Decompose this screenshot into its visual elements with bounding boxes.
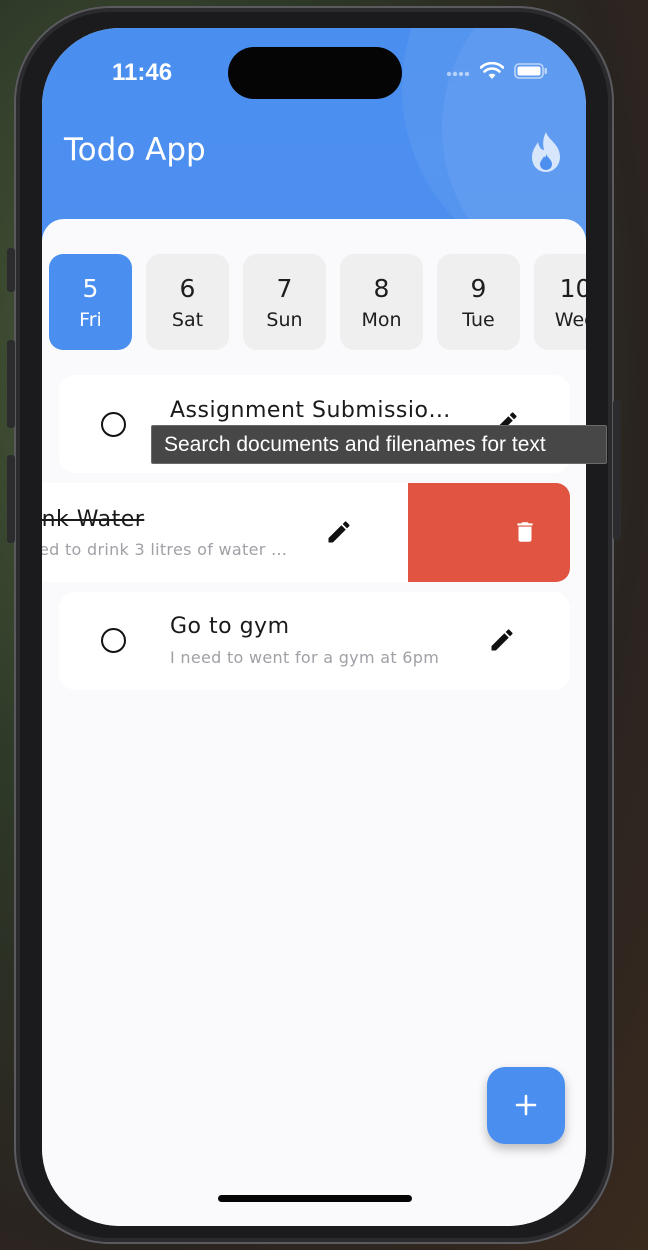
status-icons: [446, 62, 548, 80]
task-title: Assignment Submissio…: [170, 398, 451, 423]
date-number: 7: [276, 274, 293, 303]
date-weekday: Tue: [462, 309, 495, 331]
date-chip[interactable]: 6 Sat: [146, 254, 229, 350]
date-number: 5: [82, 274, 99, 303]
date-chip[interactable]: 10 Wed: [534, 254, 586, 350]
date-number: 9: [470, 274, 487, 303]
task-item-swiped[interactable]: Drink Water I need to drink 3 litres of …: [42, 483, 408, 582]
dynamic-island: [228, 47, 402, 99]
date-number: 8: [373, 274, 390, 303]
side-button-volume-up: [7, 340, 15, 428]
task-checkbox[interactable]: [101, 628, 126, 653]
task-description: I need to drink 3 litres of water …: [42, 540, 288, 559]
wifi-icon: [480, 62, 504, 79]
side-button-power: [613, 400, 621, 540]
task-checkbox[interactable]: [101, 412, 126, 437]
side-button-volume-down: [7, 455, 15, 543]
plus-icon: [515, 1094, 537, 1116]
home-indicator[interactable]: [218, 1195, 412, 1202]
date-number: 10: [559, 274, 586, 303]
task-title: Go to gym: [170, 614, 290, 639]
delete-action[interactable]: [408, 483, 570, 582]
date-weekday: Wed: [554, 309, 586, 331]
date-chip[interactable]: 9 Tue: [437, 254, 520, 350]
side-button-mute: [7, 248, 15, 292]
date-chip[interactable]: 5 Fri: [49, 254, 132, 350]
date-weekday: Sun: [266, 309, 303, 331]
page-title: Todo App: [64, 132, 206, 168]
date-weekday: Sat: [171, 309, 204, 331]
add-task-button[interactable]: [487, 1067, 565, 1144]
battery-icon: [514, 63, 547, 79]
task-description: I need to went for a gym at 6pm: [170, 648, 440, 667]
task-title: Drink Water: [42, 507, 145, 532]
task-item[interactable]: Go to gym I need to went for a gym at 6p…: [59, 592, 570, 690]
edit-icon[interactable]: [325, 518, 353, 546]
edit-icon[interactable]: [488, 626, 516, 654]
date-number: 6: [179, 274, 196, 303]
date-weekday: Mon: [361, 309, 402, 331]
date-selector: 5 Fri 6 Sat 7 Sun 8 Mon 9 Tue 10 Wed: [49, 254, 586, 352]
date-weekday: Fri: [79, 309, 102, 331]
phone-screen: 11:46 Todo App 5 Fri 6 Sat 7 Sun 8 Mon 9…: [42, 28, 586, 1226]
tooltip: Search documents and filenames for text: [151, 425, 607, 464]
trash-icon[interactable]: [512, 517, 538, 547]
fire-icon[interactable]: [526, 130, 566, 174]
cellular-icon: [446, 71, 470, 77]
date-chip[interactable]: 8 Mon: [340, 254, 423, 350]
status-time: 11:46: [112, 59, 173, 86]
date-chip[interactable]: 7 Sun: [243, 254, 326, 350]
